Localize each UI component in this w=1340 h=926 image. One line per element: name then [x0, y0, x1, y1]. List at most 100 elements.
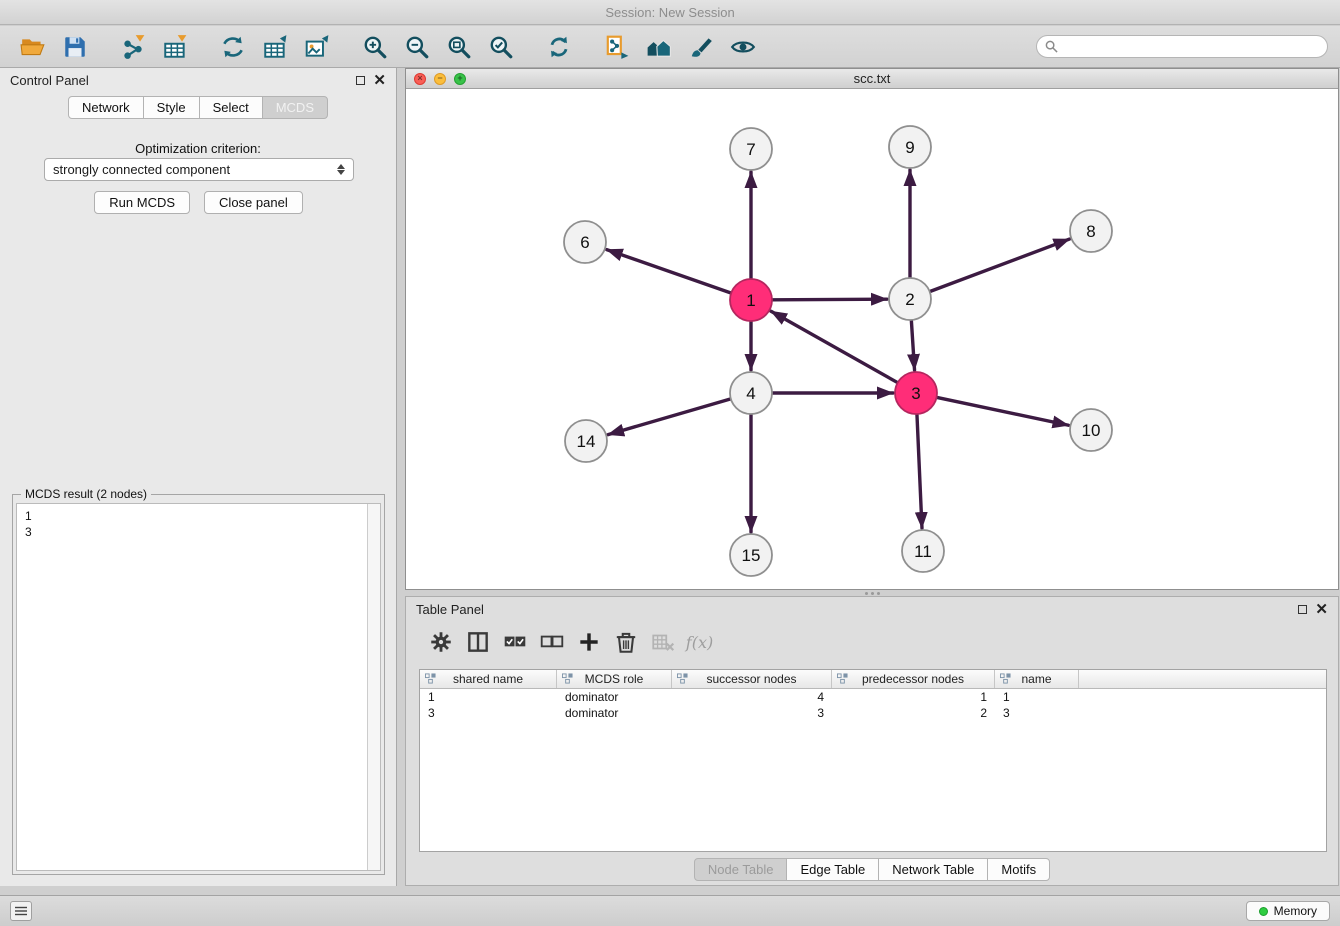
graph-node-label-3: 3: [911, 384, 920, 403]
table-cell[interactable]: 1: [420, 690, 557, 704]
column-header-predecessor-nodes[interactable]: predecessor nodes: [832, 670, 995, 688]
close-panel-button[interactable]: Close panel: [204, 191, 303, 214]
window-minimize-icon[interactable]: −: [434, 73, 446, 85]
import-network-from-file-icon[interactable]: [112, 29, 154, 65]
table-cell[interactable]: dominator: [557, 706, 672, 720]
network-window-title: scc.txt: [406, 71, 1338, 86]
mcds-result-title: MCDS result (2 nodes): [21, 487, 151, 501]
select-all-columns-icon[interactable]: [496, 627, 533, 657]
graph-node-label-10: 10: [1082, 421, 1101, 440]
column-header-shared-name[interactable]: shared name: [420, 670, 557, 688]
node-table: shared name MCDS role successor nodes prede…: [419, 669, 1327, 852]
column-header-label: shared name: [453, 672, 523, 686]
titlebar[interactable]: Session: New Session: [0, 0, 1340, 25]
zoom-selected-icon[interactable]: [480, 29, 522, 65]
column-header-label: MCDS role: [585, 672, 644, 686]
toolbar-groups: [12, 29, 780, 65]
window-close-icon[interactable]: ×: [414, 73, 426, 85]
tab-edge-table[interactable]: Edge Table: [786, 858, 879, 881]
control-panel-tabs: NetworkStyleSelectMCDS: [0, 96, 396, 119]
export-network-icon[interactable]: [212, 29, 254, 65]
save-session-icon[interactable]: [54, 29, 96, 65]
create-column-icon[interactable]: [570, 627, 607, 657]
column-header-successor-nodes[interactable]: successor nodes: [672, 670, 832, 688]
list-icon: [15, 906, 27, 916]
column-type-icon: [425, 673, 436, 684]
window-zoom-icon[interactable]: +: [454, 73, 466, 85]
toolbar-group: [212, 29, 338, 65]
run-mcds-button[interactable]: Run MCDS: [94, 191, 190, 214]
column-header-label: predecessor nodes: [862, 672, 964, 686]
close-panel-icon[interactable]: ✕: [373, 76, 386, 85]
control-panel-header: Control Panel ✕: [0, 68, 396, 92]
tab-node-table[interactable]: Node Table: [694, 858, 788, 881]
network-from-selection-icon[interactable]: [596, 29, 638, 65]
tab-style[interactable]: Style: [143, 96, 200, 119]
open-file-icon[interactable]: [12, 29, 54, 65]
column-chooser-icon[interactable]: [459, 627, 496, 657]
table-row[interactable]: 1dominator411: [420, 689, 1326, 705]
result-scrollbar[interactable]: [367, 504, 380, 870]
export-image-icon[interactable]: [296, 29, 338, 65]
search-box[interactable]: [1036, 35, 1328, 58]
table-cell[interactable]: 2: [832, 706, 995, 720]
graph-edge-2-3[interactable]: [911, 321, 914, 370]
mcds-result-box[interactable]: 13: [16, 503, 381, 871]
search-input[interactable]: [1064, 39, 1319, 55]
tab-select[interactable]: Select: [199, 96, 263, 119]
tab-network-table[interactable]: Network Table: [878, 858, 988, 881]
deselect-all-columns-icon[interactable]: [533, 627, 570, 657]
session-title: Session: New Session: [605, 5, 734, 20]
export-table-icon[interactable]: [254, 29, 296, 65]
main-toolbar: [0, 26, 1340, 68]
table-cell[interactable]: 1: [832, 690, 995, 704]
table-row[interactable]: 3dominator323: [420, 705, 1326, 721]
network-window-titlebar[interactable]: scc.txt × − +: [406, 69, 1338, 89]
import-table-from-file-icon[interactable]: [154, 29, 196, 65]
graph-edge-2-8[interactable]: [931, 239, 1070, 291]
float-panel-icon[interactable]: [356, 76, 365, 85]
column-settings-gear-icon[interactable]: [422, 627, 459, 657]
graph-edge-3-10[interactable]: [938, 398, 1069, 426]
tab-mcds[interactable]: MCDS: [262, 96, 328, 119]
graph-edge-3-1[interactable]: [771, 311, 897, 382]
graph-node-label-1: 1: [746, 291, 755, 310]
graph-edge-3-11[interactable]: [917, 415, 922, 528]
column-header-name[interactable]: name: [995, 670, 1079, 688]
graph-edge-1-6[interactable]: [607, 250, 731, 293]
table-cell[interactable]: 3: [995, 706, 1079, 720]
tab-network[interactable]: Network: [68, 96, 144, 119]
table-cell[interactable]: dominator: [557, 690, 672, 704]
tab-motifs[interactable]: Motifs: [987, 858, 1050, 881]
table-cell[interactable]: 3: [420, 706, 557, 720]
apply-style-icon[interactable]: [680, 29, 722, 65]
zoom-out-icon[interactable]: [396, 29, 438, 65]
graph-edge-4-14[interactable]: [608, 399, 730, 434]
application-window: Session: New Session Control Panel ✕ Net…: [0, 0, 1340, 926]
criterion-dropdown[interactable]: strongly connected component: [44, 158, 354, 181]
memory-status-icon: [1259, 907, 1268, 916]
table-toolbar: f(x): [406, 623, 1338, 661]
table-cell[interactable]: 4: [672, 690, 832, 704]
table-tabs: Node TableEdge TableNetwork TableMotifs: [406, 858, 1338, 881]
delete-column-icon[interactable]: [607, 627, 644, 657]
network-canvas-area[interactable]: 7968124314101511: [406, 89, 1338, 589]
graph-node-label-15: 15: [742, 546, 761, 565]
function-builder-label: f(x): [686, 633, 713, 652]
graph-edge-1-2[interactable]: [773, 299, 887, 300]
float-table-panel-icon[interactable]: [1298, 605, 1307, 614]
network-view-window: scc.txt × − + 7968124314101511: [405, 68, 1339, 590]
apply-preferred-layout-icon[interactable]: [538, 29, 580, 65]
zoom-fit-icon[interactable]: [438, 29, 480, 65]
table-cell[interactable]: 3: [672, 706, 832, 720]
panel-menu-button[interactable]: [10, 901, 32, 921]
column-header-MCDS-role[interactable]: MCDS role: [557, 670, 672, 688]
close-table-panel-icon[interactable]: ✕: [1315, 605, 1328, 614]
memory-button[interactable]: Memory: [1246, 901, 1330, 921]
network-graph[interactable]: 7968124314101511: [406, 89, 1338, 589]
table-cell[interactable]: 1: [995, 690, 1079, 704]
result-line: 1: [25, 508, 359, 524]
zoom-in-icon[interactable]: [354, 29, 396, 65]
first-neighbors-icon[interactable]: [638, 29, 680, 65]
show-graphics-details-icon[interactable]: [722, 29, 764, 65]
